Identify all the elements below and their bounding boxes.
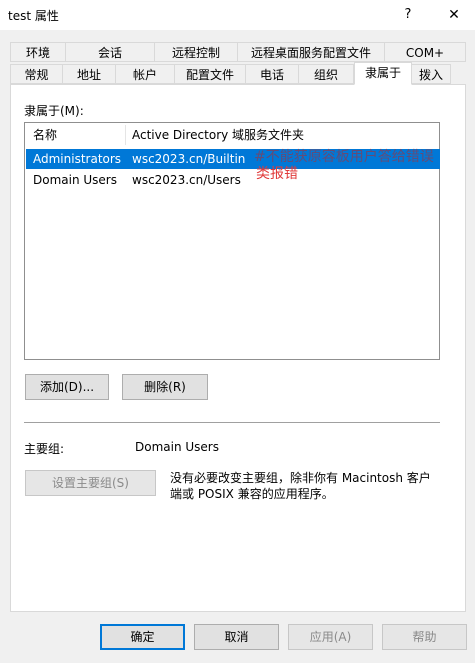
- help-icon[interactable]: ?: [396, 4, 420, 26]
- apply-button[interactable]: 应用(A): [288, 624, 373, 650]
- tab-telephones[interactable]: 电话: [245, 64, 299, 84]
- window-title: test 属性: [8, 9, 59, 23]
- remove-button[interactable]: 删除(R): [122, 374, 208, 400]
- tab-general[interactable]: 常规: [10, 64, 63, 84]
- tab-address[interactable]: 地址: [62, 64, 116, 84]
- group-folder-cell: wsc2023.cn/Builtin: [132, 152, 246, 166]
- tab-member-of[interactable]: 隶属于: [354, 62, 412, 85]
- tab-environment[interactable]: 环境: [10, 42, 66, 62]
- primary-group-value: Domain Users: [135, 440, 219, 454]
- tab-dial-in[interactable]: 拨入: [411, 64, 451, 84]
- tab-profile[interactable]: 配置文件: [174, 64, 246, 84]
- annotation-text-line1: #不能获原容板用户答给错误: [254, 149, 434, 165]
- title-bar: test 属性 ? ✕: [0, 0, 475, 30]
- tab-account[interactable]: 帐户: [115, 64, 175, 84]
- ok-button[interactable]: 确定: [100, 624, 185, 650]
- primary-group-label: 主要组:: [24, 442, 65, 456]
- tab-remote-control[interactable]: 远程控制: [154, 42, 238, 62]
- group-name-cell: Domain Users: [33, 173, 117, 187]
- annotation-text-line2: 类报错: [256, 166, 298, 182]
- set-primary-group-button[interactable]: 设置主要组(S): [25, 470, 156, 496]
- tab-organization[interactable]: 组织: [298, 64, 354, 84]
- column-header-folder[interactable]: Active Directory 域服务文件夹: [132, 123, 304, 147]
- tab-rds-profile[interactable]: 远程桌面服务配置文件: [237, 42, 385, 62]
- add-button[interactable]: 添加(D)...: [25, 374, 109, 400]
- group-name-cell: Administrators: [33, 152, 122, 166]
- column-header-name[interactable]: 名称: [33, 123, 57, 147]
- divider: [24, 422, 440, 423]
- tab-com-plus[interactable]: COM+: [384, 42, 466, 62]
- close-icon[interactable]: ✕: [442, 4, 466, 26]
- cancel-button[interactable]: 取消: [194, 624, 279, 650]
- tab-sessions[interactable]: 会话: [65, 42, 155, 62]
- help-button[interactable]: 帮助: [382, 624, 467, 650]
- table-row[interactable]: Domain Users wsc2023.cn/Users: [26, 170, 440, 190]
- primary-group-description: 没有必要改变主要组，除非你有 Macintosh 客户端或 POSIX 兼容的应…: [170, 471, 431, 501]
- member-of-label: 隶属于(M):: [24, 104, 84, 118]
- group-folder-cell: wsc2023.cn/Users: [132, 173, 241, 187]
- column-separator[interactable]: [125, 125, 126, 145]
